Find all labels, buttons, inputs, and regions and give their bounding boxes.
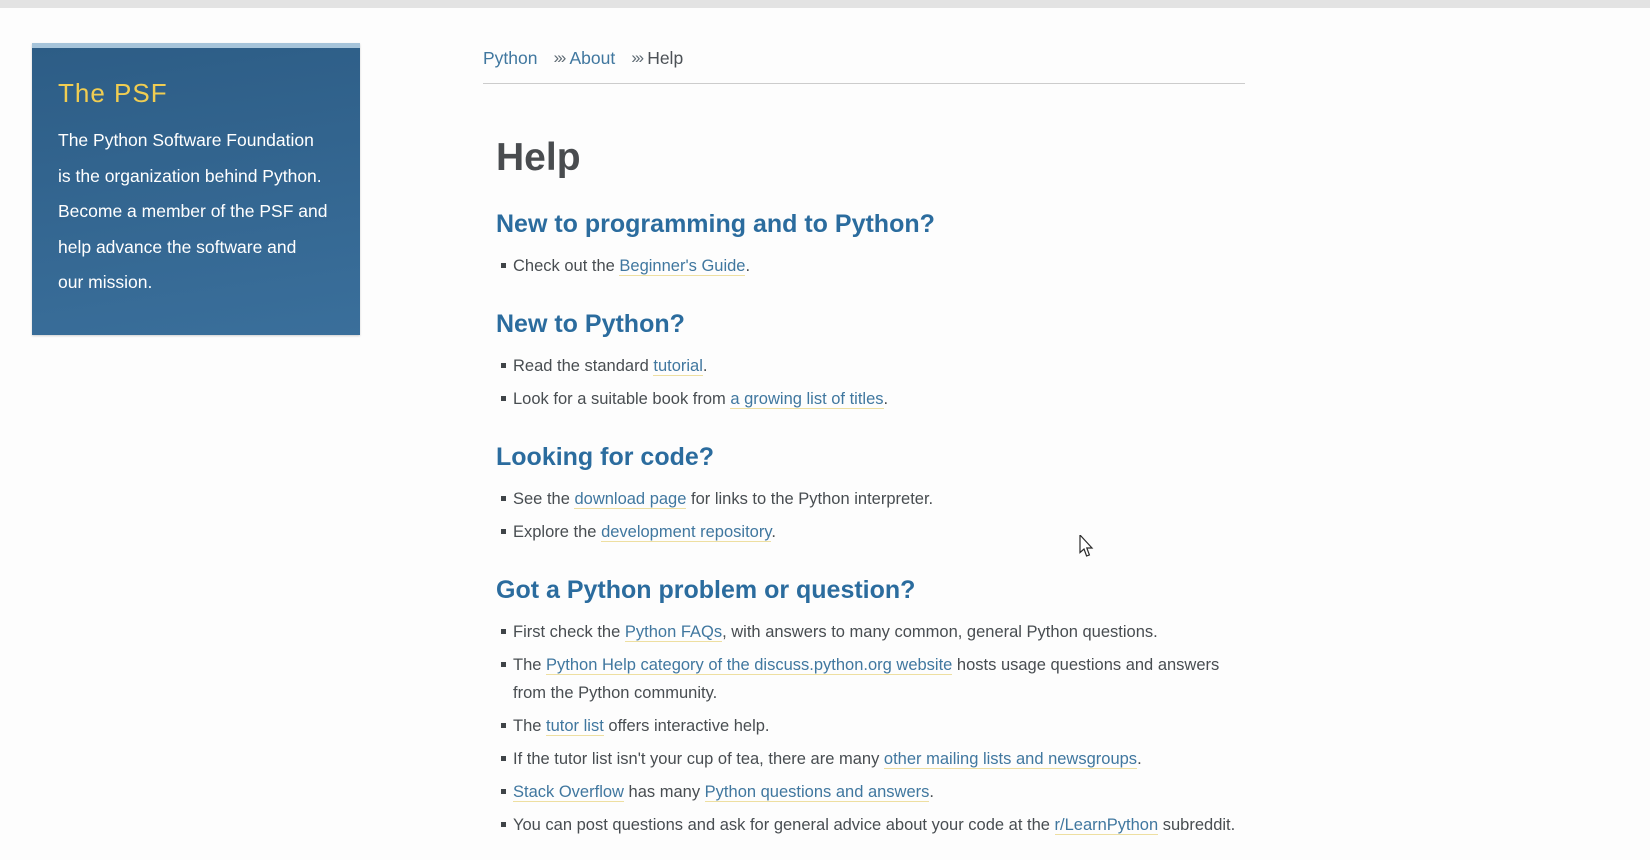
breadcrumb-separator-icon: ››› (631, 48, 644, 67)
content-link[interactable]: other mailing lists and newsgroups (883, 750, 1138, 769)
list-item: See the download page for links to the P… (501, 485, 1245, 513)
list-item-text: The (513, 656, 547, 674)
psf-widget-title: The PSF (58, 78, 168, 108)
list-item-text: Look for a suitable book from (513, 390, 731, 408)
section-heading: Got a Python problem or question? (496, 576, 916, 604)
section-list: See the download page for links to the P… (483, 485, 1245, 546)
content-link[interactable]: Python questions and answers (704, 783, 930, 802)
content-link[interactable]: Python Help category of the discuss.pyth… (546, 656, 953, 675)
list-item-text: . (771, 523, 776, 541)
list-item-text: subreddit. (1158, 816, 1236, 834)
psf-widget-body-line: help advance the software and (58, 236, 297, 257)
section-heading: New to programming and to Python? (496, 210, 935, 238)
list-item-text: has many (623, 783, 705, 801)
content-link[interactable]: download page (574, 490, 687, 509)
breadcrumb-item-help: Help (647, 48, 684, 68)
breadcrumb: Python ››› About ››› Help (483, 8, 1245, 84)
list-item: First check the Python FAQs, with answer… (501, 618, 1245, 646)
main-content: Python ››› About ››› Help Help New to progra… (483, 8, 1245, 844)
psf-widget-body-line: our mission. (58, 272, 153, 292)
sections: New to programming and to Python? Check o… (483, 208, 1245, 839)
list-item: Stack Overflow has many Python questions… (501, 778, 1245, 806)
list-item-text: Check out the (513, 257, 620, 275)
breadcrumb-item-python[interactable]: Python (483, 48, 537, 68)
psf-widget-body: The Python Software Foundation is the org… (58, 123, 336, 301)
list-item: Check out the Beginner's Guide. (501, 252, 1245, 280)
list-item-text: . (929, 783, 934, 801)
list-item-text: . (883, 390, 889, 408)
psf-widget-body-line: is the organization behind Python. (58, 165, 322, 186)
browser-top-strip (0, 0, 1650, 8)
breadcrumb-item-about[interactable]: About (569, 48, 615, 68)
list-item-text: You can post questions and ask for gener… (513, 816, 1055, 834)
list-item-text: , with answers to many common, general P… (722, 623, 1158, 641)
list-item: Read the standard tutorial. (501, 352, 1245, 380)
list-item: You can post questions and ask for gener… (501, 811, 1245, 839)
list-item: The tutor list offers interactive help. (501, 712, 1245, 740)
section-list: Read the standard tutorial. Look for a su… (483, 352, 1245, 413)
content-link[interactable]: tutor list (546, 717, 604, 736)
content-link[interactable]: tutorial (653, 357, 703, 376)
section-list: First check the Python FAQs, with answer… (483, 618, 1245, 839)
list-item-text: . (1137, 750, 1142, 768)
breadcrumb-separator-icon: ››› (553, 48, 566, 67)
page-title: Help (496, 136, 581, 179)
list-item-text: . (702, 357, 708, 375)
list-item-text: If the tutor list isn't your cup of tea,… (513, 750, 884, 768)
content-link[interactable]: r/LearnPython (1054, 816, 1159, 835)
section-heading: Looking for code? (496, 443, 715, 471)
list-item-text: First check the (513, 623, 625, 641)
content-link[interactable]: a growing list of titles (730, 390, 884, 409)
list-item: The Python Help category of the discuss.… (501, 651, 1245, 707)
list-item: Explore the development repository. (501, 518, 1245, 546)
list-item-text: . (745, 257, 751, 275)
psf-widget-body-line: The Python Software Foundation (58, 130, 314, 150)
content-link[interactable]: development repository (601, 523, 772, 542)
list-item-text: offers interactive help. (603, 717, 770, 735)
list-item-text: Read the standard (513, 357, 654, 375)
list-item-text: for links to the Python interpreter. (686, 490, 934, 508)
content-link[interactable]: Stack Overflow (513, 783, 624, 802)
content-link[interactable]: Python FAQs (624, 623, 723, 642)
list-item-text: See the (513, 490, 575, 508)
content-link[interactable]: Beginner's Guide (619, 257, 746, 276)
psf-widget-body-line: Become a member of the PSF and (58, 201, 328, 221)
list-item-text: Explore the (513, 523, 602, 541)
list-item-text: The (513, 717, 547, 735)
psf-widget: The PSF The Python Software Foundation is… (32, 43, 360, 335)
section-heading: New to Python? (496, 310, 685, 338)
list-item: If the tutor list isn't your cup of tea,… (501, 745, 1245, 773)
list-item: Look for a suitable book from a growing … (501, 385, 1245, 413)
section-list: Check out the Beginner's Guide. (483, 252, 1245, 280)
